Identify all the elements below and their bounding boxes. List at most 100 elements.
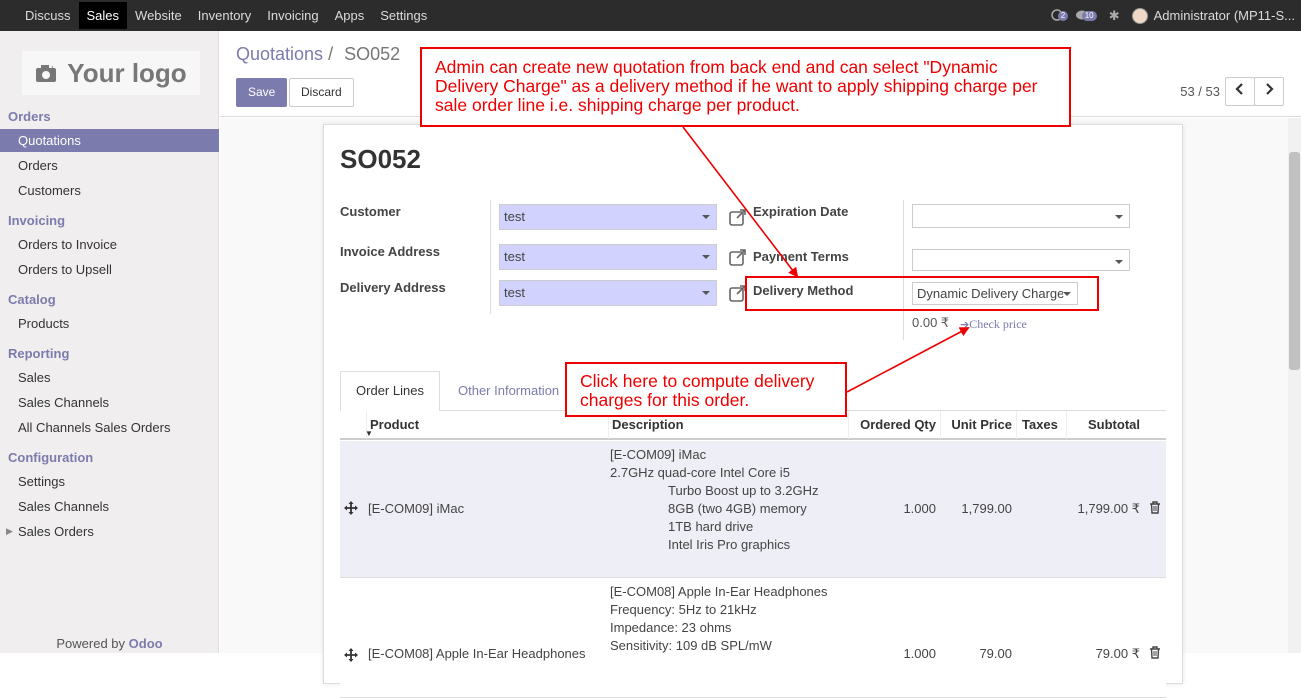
menu-website[interactable]: Website — [127, 2, 190, 29]
avatar[interactable] — [1131, 7, 1148, 24]
camera-icon: + — [36, 64, 57, 82]
table-row[interactable]: [E-COM09] iMac [E-COM09] iMac 2.7GHz qua… — [340, 441, 1166, 578]
sidebar-item-settings[interactable]: Settings — [0, 470, 219, 493]
drag-handle-icon[interactable] — [344, 648, 358, 665]
column-taxes[interactable]: Taxes — [1016, 411, 1066, 439]
section-catalog: Catalog — [8, 292, 56, 307]
row-product: [E-COM08] Apple In-Ear Headphones — [368, 646, 586, 661]
svg-text:+: + — [50, 64, 55, 73]
pager-value: 53 / 53 — [1180, 84, 1220, 99]
sidebar-item-sales-orders-label: Sales Orders — [18, 524, 94, 539]
column-subtotal[interactable]: Subtotal — [1066, 411, 1144, 439]
logo-text: Your logo — [67, 57, 187, 88]
row-subtotal: 79.00 ₹ — [1095, 646, 1140, 661]
description-line: 1TB hard drive — [668, 519, 754, 534]
main-navbar: Discuss Sales Website Inventory Invoicin… — [0, 0, 1301, 31]
sidebar-item-products[interactable]: Products — [0, 312, 219, 335]
check-price-link[interactable]: ➔Check price — [960, 317, 1027, 332]
section-configuration: Configuration — [8, 450, 94, 465]
table-row[interactable]: [E-COM08] Apple In-Ear Headphones [E-COM… — [340, 578, 1166, 698]
pager-previous-button[interactable] — [1225, 77, 1255, 106]
menu-inventory[interactable]: Inventory — [190, 2, 259, 29]
delivery-address-select[interactable]: test — [499, 280, 717, 306]
section-invoicing: Invoicing — [8, 213, 66, 228]
chat-icon[interactable]: 2 — [1050, 8, 1069, 23]
activity-icon[interactable]: 10 — [1075, 9, 1097, 23]
payment-terms-select[interactable] — [912, 249, 1130, 271]
sidebar-item-orders-to-invoice[interactable]: Orders to Invoice — [0, 233, 219, 256]
description-line: Frequency: 5Hz to 21kHz — [610, 602, 757, 617]
annotation-callout-top: Admin can create new quotation from back… — [420, 47, 1071, 127]
dropdown-caret-icon — [702, 255, 710, 259]
sidebar-item-sales[interactable]: Sales — [0, 366, 219, 389]
odoo-link[interactable]: Odoo — [129, 636, 163, 651]
sidebar-item-customers[interactable]: Customers — [0, 179, 219, 202]
debug-bug-icon[interactable]: ✱ — [1109, 8, 1120, 24]
menu-invoicing[interactable]: Invoicing — [259, 2, 326, 29]
row-qty: 1.000 — [903, 646, 936, 661]
scrollbar-thumb[interactable] — [1289, 152, 1300, 370]
check-price-label: Check price — [969, 317, 1027, 331]
row-unit-price: 79.00 — [979, 646, 1012, 661]
breadcrumb-current: SO052 — [344, 44, 401, 64]
chat-count-badge: 2 — [1057, 10, 1069, 21]
discard-button[interactable]: Discard — [289, 78, 354, 107]
order-title: SO052 — [340, 144, 421, 174]
delivery-address-label: Delivery Address — [340, 280, 446, 295]
sidebar-item-config-sales-channels[interactable]: Sales Channels — [0, 495, 219, 518]
customer-value: test — [504, 209, 525, 224]
delivery-price: 0.00 ₹ — [912, 315, 950, 330]
sidebar-item-orders[interactable]: Orders — [0, 154, 219, 177]
delivery-address-value: test — [504, 285, 525, 300]
chevron-right-icon — [1266, 83, 1274, 95]
breadcrumb-quotations[interactable]: Quotations — [236, 44, 323, 64]
description-line: 8GB (two 4GB) memory — [668, 501, 807, 516]
powered-by: Powered by Odoo — [0, 636, 219, 651]
menu-apps[interactable]: Apps — [327, 2, 373, 29]
sidebar-item-all-channels-sales-orders[interactable]: All Channels Sales Orders — [0, 416, 219, 439]
arrow-right-icon: ➔ — [960, 318, 970, 331]
customer-label: Customer — [340, 204, 401, 219]
payment-terms-label: Payment Terms — [753, 249, 849, 264]
user-menu[interactable]: Administrator (MP11-S... — [1154, 8, 1295, 23]
trash-icon[interactable] — [1149, 646, 1161, 662]
pager-next-button[interactable] — [1254, 77, 1284, 106]
sidebar-item-sales-channels[interactable]: Sales Channels — [0, 391, 219, 414]
description-line: Intel Iris Pro graphics — [668, 537, 791, 552]
column-unit-price[interactable]: Unit Price — [940, 411, 1016, 439]
drag-handle-icon[interactable] — [344, 501, 358, 518]
trash-icon[interactable] — [1149, 501, 1161, 517]
invoice-address-value: test — [504, 249, 525, 264]
menu-settings[interactable]: Settings — [372, 2, 435, 29]
tab-other-information[interactable]: Other Information — [458, 383, 559, 398]
invoice-address-select[interactable]: test — [499, 244, 717, 270]
description-line: Sensitivity: 109 dB SPL/mW — [610, 638, 772, 653]
row-description: [E-COM09] iMac 2.7GHz quad-core Intel Co… — [610, 446, 819, 554]
handle-column-header — [340, 411, 366, 439]
sidebar-item-orders-to-upsell[interactable]: Orders to Upsell — [0, 258, 219, 281]
invoice-address-label: Invoice Address — [340, 244, 440, 259]
systray: 2 10 ✱ Administrator (MP11-S... — [1050, 0, 1301, 31]
section-orders: Orders — [8, 109, 51, 124]
tab-order-lines[interactable]: Order Lines — [340, 371, 440, 411]
column-ordered-qty[interactable]: Ordered Qty — [848, 411, 940, 439]
row-unit-price: 1,799.00 — [961, 501, 1012, 516]
sidebar-item-quotations[interactable]: Quotations — [0, 129, 219, 152]
dropdown-caret-icon — [702, 215, 710, 219]
save-button[interactable]: Save — [236, 78, 288, 107]
description-line: Impedance: 23 ohms — [610, 620, 732, 635]
expiration-date-label: Expiration Date — [753, 204, 849, 219]
external-link-icon[interactable] — [729, 248, 747, 266]
sidebar: + Your logo Orders Quotations Orders Cus… — [0, 31, 219, 653]
breadcrumb: Quotations / SO052 — [236, 44, 400, 65]
row-product: [E-COM09] iMac — [368, 501, 465, 516]
sidebar-item-sales-orders[interactable]: ▶ Sales Orders — [0, 520, 219, 543]
menu-sales[interactable]: Sales — [78, 2, 128, 29]
row-qty: 1.000 — [903, 501, 936, 516]
row-description: [E-COM08] Apple In-Ear Headphones Freque… — [610, 583, 828, 655]
description-line: [E-COM09] iMac — [610, 447, 707, 462]
menu-discuss[interactable]: Discuss — [17, 2, 79, 29]
expiration-date-input[interactable] — [912, 204, 1130, 228]
customer-select[interactable]: test — [499, 204, 717, 230]
external-link-icon[interactable] — [729, 208, 747, 226]
